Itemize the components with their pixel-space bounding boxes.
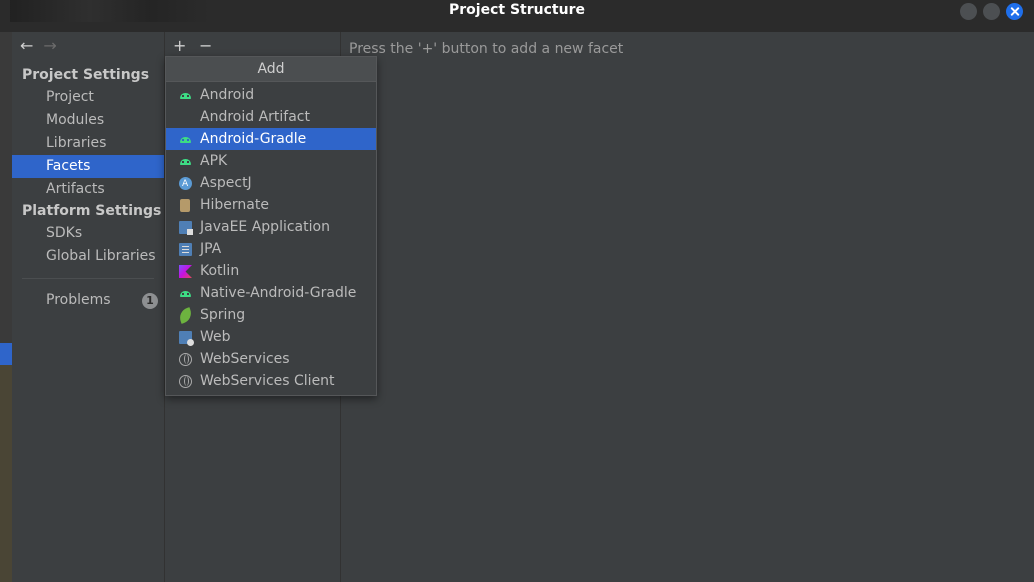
android-icon xyxy=(179,133,192,146)
project-settings-header: Project Settings xyxy=(22,67,150,83)
option-label: APK xyxy=(200,153,228,169)
option-label: WebServices xyxy=(200,351,290,367)
add-facet-popup: Add Android Android Artifact Android-Gra… xyxy=(165,56,377,396)
facet-option-webservices-client[interactable]: WebServices Client xyxy=(166,370,376,392)
arrow-right-icon[interactable]: → xyxy=(43,36,56,55)
option-label: Android xyxy=(200,87,255,103)
option-label: JavaEE Application xyxy=(200,219,330,235)
platform-settings-header: Platform Settings xyxy=(22,203,162,219)
option-label: Spring xyxy=(200,307,246,323)
globe-icon xyxy=(179,353,192,366)
empty-state-hint: Press the '+' button to add a new facet xyxy=(349,41,624,57)
sidebar-item-sdks[interactable]: SDKs xyxy=(12,222,164,245)
background-panel xyxy=(0,365,12,582)
web-icon xyxy=(179,331,194,346)
facet-option-apk[interactable]: APK xyxy=(166,150,376,172)
remove-facet-button[interactable]: − xyxy=(199,36,212,55)
option-label: Native-Android-Gradle xyxy=(200,285,357,301)
android-icon xyxy=(179,287,192,300)
close-button[interactable] xyxy=(1006,3,1023,20)
sidebar-item-libraries[interactable]: Libraries xyxy=(12,132,164,155)
title-bar: Project Structure xyxy=(0,0,1034,32)
sidebar-item-facets[interactable]: Facets xyxy=(12,155,164,178)
sidebar-item-problems[interactable]: Problems 1 xyxy=(12,289,164,312)
background-ide-window xyxy=(0,32,12,582)
sidebar-divider xyxy=(22,278,154,279)
kotlin-icon xyxy=(179,265,192,278)
globe-icon xyxy=(179,375,192,388)
sidebar-item-modules[interactable]: Modules xyxy=(12,109,164,132)
facet-details-panel: Press the '+' button to add a new facet xyxy=(341,32,1034,582)
settings-sidebar: ← → Project Settings Project Modules Libr… xyxy=(12,32,165,582)
option-label: Kotlin xyxy=(200,263,240,279)
android-icon xyxy=(179,89,192,102)
minimize-button[interactable] xyxy=(960,3,977,20)
window-title: Project Structure xyxy=(449,2,585,18)
option-label: Web xyxy=(200,329,231,345)
javaee-icon xyxy=(179,221,193,235)
facet-option-spring[interactable]: Spring xyxy=(166,304,376,326)
arrow-left-icon[interactable]: ← xyxy=(20,36,33,55)
android-icon xyxy=(179,155,192,168)
add-facet-button[interactable]: + xyxy=(173,36,186,55)
sidebar-item-global-libraries[interactable]: Global Libraries xyxy=(12,245,164,268)
option-label: Android-Gradle xyxy=(200,131,307,147)
aspectj-icon xyxy=(179,173,192,195)
jpa-icon xyxy=(179,243,192,256)
facet-option-javaee-application[interactable]: JavaEE Application xyxy=(166,216,376,238)
facet-option-kotlin[interactable]: Kotlin xyxy=(166,260,376,282)
facet-option-android-artifact[interactable]: Android Artifact xyxy=(166,106,376,128)
popup-title: Add xyxy=(166,57,376,82)
facet-type-list: Android Android Artifact Android-Gradle … xyxy=(166,84,376,392)
option-label: Hibernate xyxy=(200,197,269,213)
facet-option-jpa[interactable]: JPA xyxy=(166,238,376,260)
facet-option-web[interactable]: Web xyxy=(166,326,376,348)
background-highlight xyxy=(0,343,12,365)
option-label: Android Artifact xyxy=(200,109,310,125)
option-label: WebServices Client xyxy=(200,373,335,389)
problems-label: Problems xyxy=(46,292,111,308)
facet-option-android[interactable]: Android xyxy=(166,84,376,106)
hibernate-icon xyxy=(180,199,190,212)
sidebar-item-artifacts[interactable]: Artifacts xyxy=(12,178,164,201)
option-label: AspectJ xyxy=(200,175,252,191)
facet-option-aspectj[interactable]: AspectJ xyxy=(166,172,376,195)
facet-option-android-gradle[interactable]: Android-Gradle xyxy=(166,128,376,150)
facet-option-hibernate[interactable]: Hibernate xyxy=(166,194,376,216)
maximize-button[interactable] xyxy=(983,3,1000,20)
spring-icon xyxy=(177,307,194,324)
facet-option-webservices[interactable]: WebServices xyxy=(166,348,376,370)
problems-count-badge: 1 xyxy=(142,293,158,309)
facet-option-native-android-gradle[interactable]: Native-Android-Gradle xyxy=(166,282,376,304)
nav-arrows: ← → xyxy=(20,36,57,55)
option-label: JPA xyxy=(200,241,222,257)
sidebar-item-project[interactable]: Project xyxy=(12,86,164,109)
